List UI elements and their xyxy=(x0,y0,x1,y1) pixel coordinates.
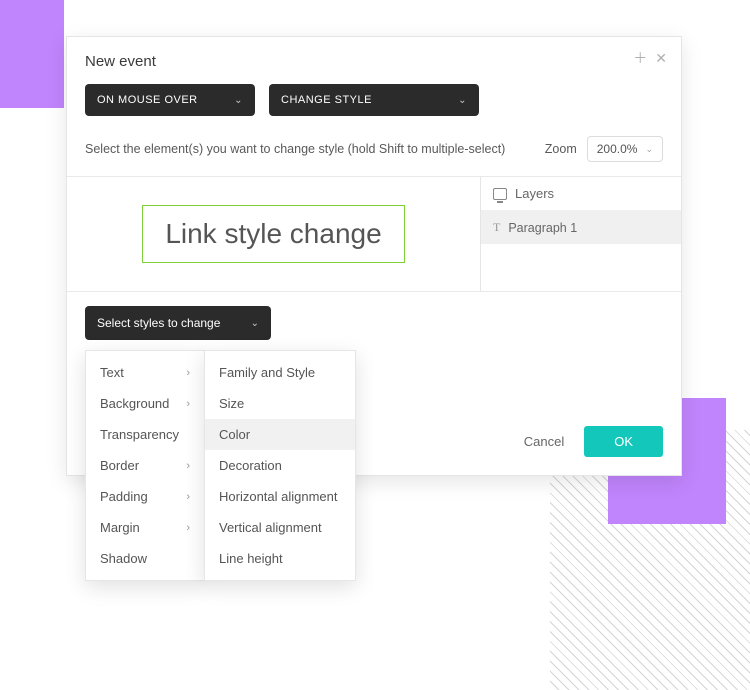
select-styles-button[interactable]: Select styles to change ⌄ xyxy=(85,306,271,340)
menu-item-border[interactable]: Border › xyxy=(86,450,204,481)
close-icon[interactable]: ✕ xyxy=(655,51,667,65)
select-styles-wrap: Select styles to change ⌄ Text›Backgroun… xyxy=(85,306,271,340)
menu-item-label: Shadow xyxy=(100,551,147,566)
zoom-value: 200.0% xyxy=(597,142,638,156)
submenu-item-label: Size xyxy=(219,396,244,411)
instruction-text: Select the element(s) you want to change… xyxy=(85,142,505,156)
canvas-layers-row: Link style change Layers T Paragraph 1 xyxy=(67,176,681,292)
chevron-down-icon: ⌄ xyxy=(234,95,243,106)
action-select[interactable]: CHANGE STYLE ⌄ xyxy=(269,84,479,116)
monitor-icon xyxy=(493,188,507,200)
layer-item-paragraph1[interactable]: T Paragraph 1 xyxy=(481,211,681,244)
canvas-area[interactable]: Link style change xyxy=(67,177,481,291)
styles-cascade-menu: Text›Background›TransparencyBorder›Paddi… xyxy=(85,350,356,581)
submenu-item-decoration[interactable]: Decoration xyxy=(205,450,355,481)
chevron-right-icon: › xyxy=(186,398,190,410)
submenu-item-label: Vertical alignment xyxy=(219,520,322,535)
menu-item-transparency[interactable]: Transparency xyxy=(86,419,204,450)
canvas-text: Link style change xyxy=(165,218,381,249)
menu-item-background[interactable]: Background › xyxy=(86,388,204,419)
chevron-right-icon: › xyxy=(186,460,190,472)
submenu-item-label: Color xyxy=(219,427,250,442)
decorative-bg-left xyxy=(0,0,64,108)
text-icon: T xyxy=(493,220,500,235)
submenu-item-label: Decoration xyxy=(219,458,282,473)
chevron-down-icon: ⌄ xyxy=(458,95,467,106)
layer-item-label: Paragraph 1 xyxy=(508,221,577,235)
layers-header-label: Layers xyxy=(515,186,554,201)
submenu-item-label: Family and Style xyxy=(219,365,315,380)
menu-item-label: Background xyxy=(100,396,169,411)
menu-item-padding[interactable]: Padding › xyxy=(86,481,204,512)
select-styles-label: Select styles to change xyxy=(97,316,220,330)
header-controls: ＋ ✕ xyxy=(633,51,667,65)
trigger-select[interactable]: ON MOUSE OVER ⌄ xyxy=(85,84,255,116)
dialog-title: New event xyxy=(85,53,663,70)
submenu-item-line-height[interactable]: Line height xyxy=(205,543,355,574)
footer-buttons: Cancel OK xyxy=(524,426,663,457)
layers-header: Layers xyxy=(481,177,681,211)
submenu-item-label: Horizontal alignment xyxy=(219,489,338,504)
submenu-item-family-and-style[interactable]: Family and Style xyxy=(205,357,355,388)
chevron-right-icon: › xyxy=(186,522,190,534)
submenu-item-size[interactable]: Size xyxy=(205,388,355,419)
event-config-row: ON MOUSE OVER ⌄ CHANGE STYLE ⌄ xyxy=(67,84,681,130)
selected-element[interactable]: Link style change xyxy=(142,205,404,263)
chevron-down-icon: ⌄ xyxy=(645,144,653,155)
cancel-button[interactable]: Cancel xyxy=(524,434,564,449)
add-icon[interactable]: ＋ xyxy=(633,51,647,65)
menu-item-label: Text xyxy=(100,365,124,380)
dialog-footer: Select styles to change ⌄ Text›Backgroun… xyxy=(67,292,681,475)
menu-item-shadow[interactable]: Shadow xyxy=(86,543,204,574)
layers-panel: Layers T Paragraph 1 xyxy=(481,177,681,291)
chevron-right-icon: › xyxy=(186,367,190,379)
menu-item-margin[interactable]: Margin › xyxy=(86,512,204,543)
submenu-item-horizontal-alignment[interactable]: Horizontal alignment xyxy=(205,481,355,512)
ok-button[interactable]: OK xyxy=(584,426,663,457)
menu-item-label: Transparency xyxy=(100,427,179,442)
menu-item-label: Border xyxy=(100,458,139,473)
styles-menu-primary: Text›Background›TransparencyBorder›Paddi… xyxy=(85,350,205,581)
submenu-item-label: Line height xyxy=(219,551,283,566)
menu-item-label: Padding xyxy=(100,489,148,504)
zoom-select[interactable]: 200.0% ⌄ xyxy=(587,136,663,162)
chevron-right-icon: › xyxy=(186,491,190,503)
menu-item-label: Margin xyxy=(100,520,140,535)
trigger-select-label: ON MOUSE OVER xyxy=(97,94,198,106)
action-select-label: CHANGE STYLE xyxy=(281,94,372,106)
zoom-label: Zoom xyxy=(545,142,577,156)
submenu-item-vertical-alignment[interactable]: Vertical alignment xyxy=(205,512,355,543)
menu-item-text[interactable]: Text › xyxy=(86,357,204,388)
new-event-dialog: New event ＋ ✕ ON MOUSE OVER ⌄ CHANGE STY… xyxy=(66,36,682,476)
dialog-header: New event ＋ ✕ xyxy=(67,37,681,84)
submenu-item-color[interactable]: Color xyxy=(205,419,355,450)
instruction-row: Select the element(s) you want to change… xyxy=(67,130,681,176)
styles-menu-sub: Family and Style Size Color Decoration Horiz… xyxy=(204,350,356,581)
chevron-down-icon: ⌄ xyxy=(251,318,259,329)
zoom-group: Zoom 200.0% ⌄ xyxy=(545,136,663,162)
